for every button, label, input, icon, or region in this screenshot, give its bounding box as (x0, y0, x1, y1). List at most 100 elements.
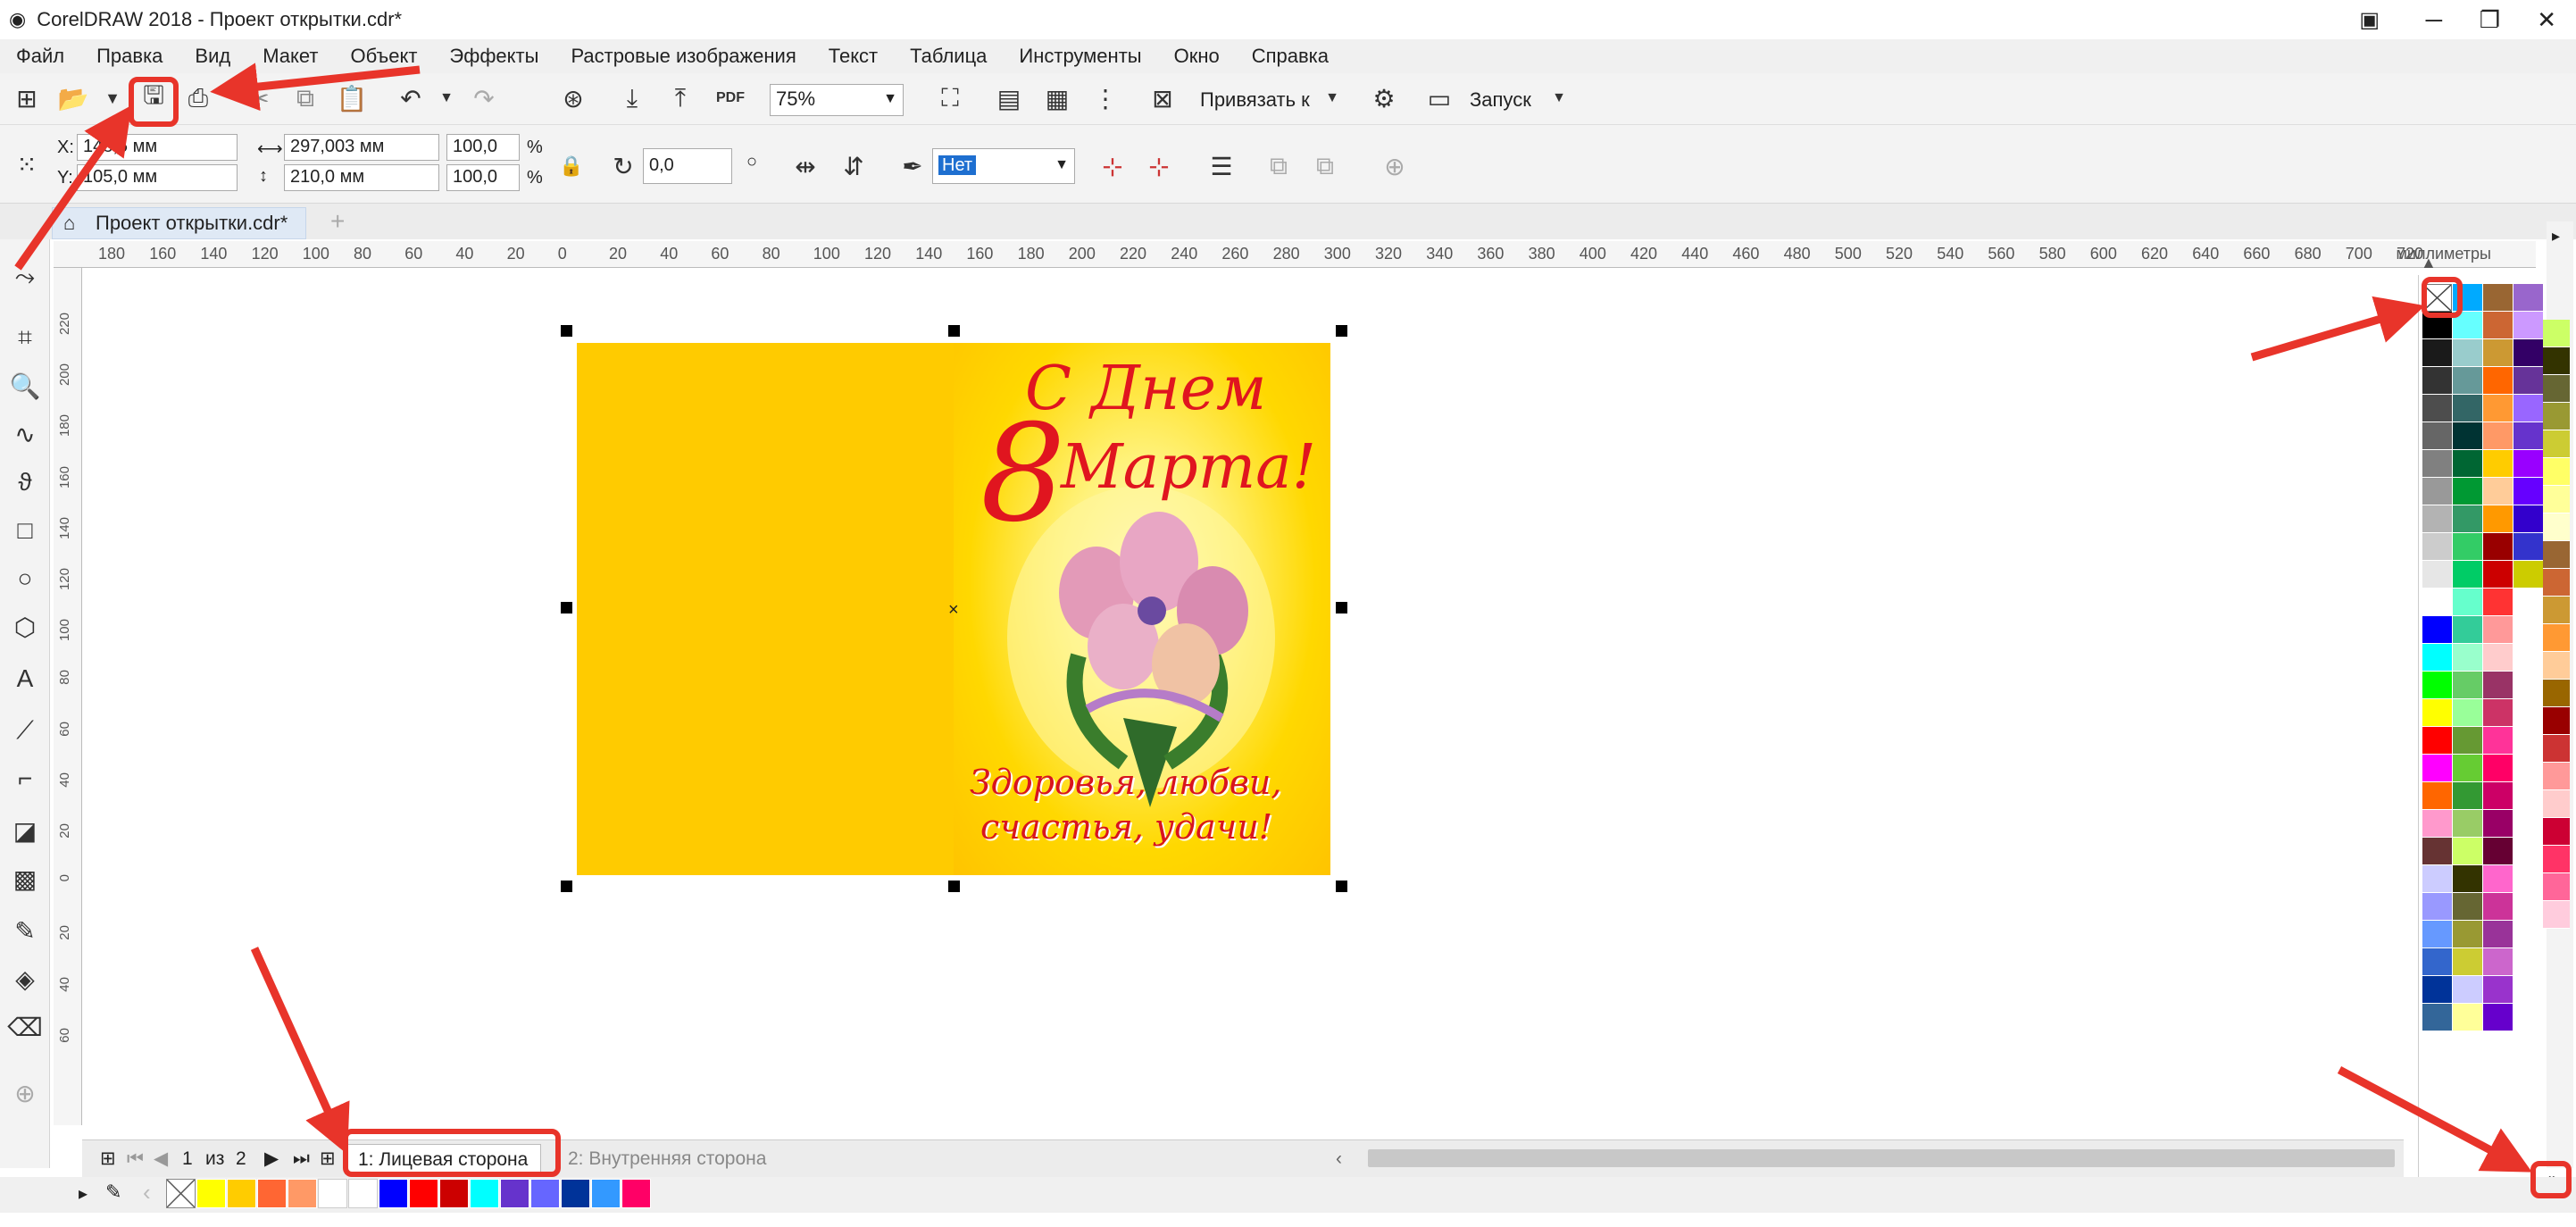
undo-icon[interactable]: ↶ (391, 79, 430, 118)
document-color-swatch[interactable] (227, 1179, 256, 1208)
document-color-swatch[interactable] (196, 1179, 226, 1208)
color-swatch[interactable] (2543, 735, 2570, 763)
polygon-tool-icon[interactable]: ⬡ (5, 607, 45, 647)
document-color-swatch[interactable] (379, 1179, 408, 1208)
color-swatch[interactable] (2543, 513, 2570, 541)
cut-icon[interactable]: ✂ (239, 79, 279, 118)
color-swatch[interactable] (2422, 395, 2452, 422)
document-color-swatch[interactable] (561, 1179, 590, 1208)
show-guidelines-icon[interactable]: ⋮ (1086, 79, 1125, 118)
color-swatch[interactable] (2543, 873, 2570, 901)
connector-tool-icon[interactable]: ⌐ (5, 759, 45, 798)
color-swatch[interactable] (2422, 561, 2452, 588)
wrap-text-icon[interactable]: ⊹ (1093, 146, 1132, 186)
color-swatch[interactable] (2543, 680, 2570, 707)
minimize-button[interactable]: ─ (2426, 6, 2442, 34)
snap-dropdown-arrow-icon[interactable]: ▼ (1313, 79, 1352, 118)
color-swatch[interactable] (2543, 652, 2570, 680)
show-grid-icon[interactable]: ▦ (1038, 79, 1077, 118)
color-swatch[interactable] (2483, 921, 2513, 948)
combine-icon[interactable]: ⊹ (1139, 146, 1179, 186)
scale-x-field[interactable]: 100,0 (446, 134, 520, 161)
selection-handle-tm[interactable] (948, 325, 960, 337)
color-swatch[interactable] (2453, 505, 2482, 533)
color-swatch[interactable] (2422, 838, 2452, 865)
color-swatch[interactable] (2453, 422, 2482, 450)
freehand-tool-icon[interactable]: ∿ (5, 414, 45, 454)
color-swatch[interactable] (2543, 901, 2570, 929)
menu-help[interactable]: Справка (1236, 45, 1345, 68)
color-swatch[interactable] (2483, 505, 2513, 533)
color-swatch[interactable] (2513, 312, 2543, 339)
color-swatch[interactable] (2422, 533, 2452, 561)
color-swatch[interactable] (2513, 561, 2543, 588)
document-color-swatch[interactable] (530, 1179, 560, 1208)
selection-handle-bm[interactable] (948, 881, 960, 892)
add-tool-icon[interactable]: ⊕ (5, 1073, 45, 1113)
color-swatch[interactable] (2483, 422, 2513, 450)
paste-icon[interactable]: 📋 (332, 79, 371, 118)
drop-shadow-icon[interactable]: ◪ (5, 811, 45, 850)
color-swatch[interactable] (2422, 782, 2452, 810)
color-swatch[interactable] (2543, 569, 2570, 597)
height-field[interactable]: 210,0 мм (284, 164, 439, 191)
zoom-to-page-icon[interactable]: ⛶ (930, 79, 970, 118)
color-swatch[interactable] (2453, 588, 2482, 616)
document-tab[interactable]: ⌂ Проект открытки.cdr* (52, 207, 307, 239)
card-front-panel[interactable]: С Днем 8 Марта! Здоровья, любви, счастья… (954, 343, 1330, 875)
color-swatch[interactable] (2543, 624, 2570, 652)
card-back-panel[interactable] (577, 343, 954, 875)
color-swatch[interactable] (2483, 395, 2513, 422)
color-swatch[interactable] (2422, 505, 2452, 533)
color-swatch[interactable] (2453, 921, 2482, 948)
color-swatch[interactable] (2513, 367, 2543, 395)
color-swatch[interactable] (2422, 616, 2452, 644)
smart-fill-icon[interactable]: ⌫ (5, 1007, 45, 1047)
color-swatch[interactable] (2453, 672, 2482, 699)
color-swatch[interactable] (2422, 422, 2452, 450)
document-color-swatch[interactable] (288, 1179, 317, 1208)
color-swatch[interactable] (2483, 782, 2513, 810)
color-swatch[interactable] (2543, 347, 2570, 375)
color-swatch[interactable] (2513, 395, 2543, 422)
color-swatch[interactable] (2483, 865, 2513, 893)
add-page-after-icon[interactable]: ⊞ (307, 1144, 348, 1174)
color-swatch[interactable] (2483, 339, 2513, 367)
color-swatch[interactable] (2453, 367, 2482, 395)
close-button[interactable]: ✕ (2537, 6, 2556, 34)
color-swatch[interactable] (2483, 533, 2513, 561)
y-position-field[interactable]: 105,0 мм (77, 164, 238, 191)
color-swatch[interactable] (2483, 367, 2513, 395)
ellipse-tool-icon[interactable]: ○ (5, 559, 45, 598)
color-swatch[interactable] (2422, 921, 2452, 948)
palette-menu-arrow-icon[interactable]: ▸ (79, 1182, 88, 1205)
search-content-icon[interactable]: ⊛ (554, 79, 593, 118)
color-swatch[interactable] (2483, 699, 2513, 727)
color-swatch[interactable] (2422, 948, 2452, 976)
color-swatch[interactable] (2453, 561, 2482, 588)
color-eyedropper-icon[interactable]: ✎ (105, 1181, 121, 1204)
palette-scroll-up-icon[interactable]: ▲ (2421, 254, 2437, 272)
copy-icon[interactable]: ⧉ (286, 79, 325, 118)
color-swatch[interactable] (2513, 533, 2543, 561)
color-swatch[interactable] (2453, 699, 2482, 727)
ungroup-icon[interactable]: ⧉ (1305, 146, 1345, 186)
color-swatch[interactable] (2422, 810, 2452, 838)
color-swatch[interactable] (2483, 561, 2513, 588)
color-swatch[interactable] (2422, 755, 2452, 782)
color-swatch[interactable] (2513, 422, 2543, 450)
shape-tool-icon[interactable]: ⤳ (5, 257, 45, 296)
color-swatch[interactable] (2453, 727, 2482, 755)
color-swatch[interactable] (2422, 478, 2452, 505)
zoom-level-field[interactable]: 75% ▼ (770, 84, 904, 116)
eyedropper-icon[interactable]: ✎ (5, 911, 45, 950)
menu-table[interactable]: Таблица (894, 45, 1003, 68)
color-swatch[interactable] (2513, 478, 2543, 505)
restore-button[interactable]: ❐ (2480, 6, 2500, 34)
open-folder-icon[interactable]: 📂 (54, 79, 93, 118)
transparency-icon[interactable]: ▩ (5, 859, 45, 898)
menu-bitmaps[interactable]: Растровые изображения (554, 45, 812, 68)
launch-app-icon[interactable]: ▭ (1420, 79, 1459, 118)
color-swatch[interactable] (2422, 367, 2452, 395)
horizontal-scrollbar[interactable] (1368, 1149, 2395, 1167)
